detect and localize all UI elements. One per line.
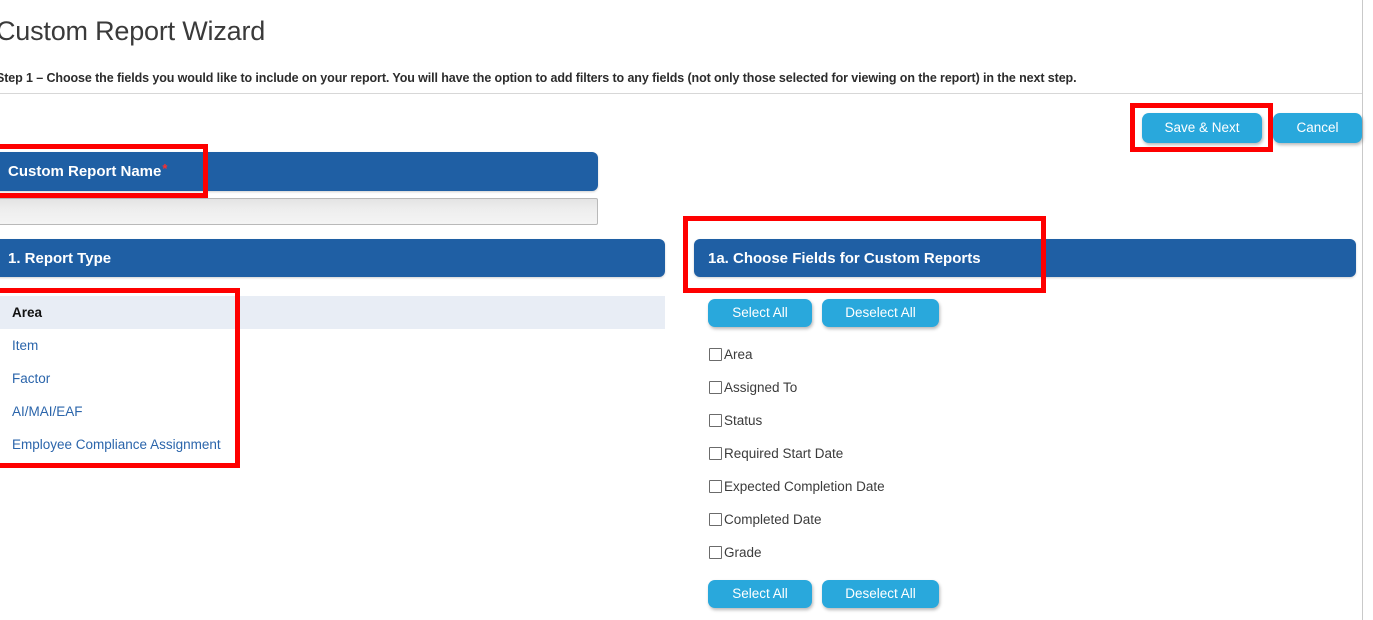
report-type-link[interactable]: Employee Compliance Assignment [0, 428, 665, 461]
field-checkbox-label: Grade [724, 545, 762, 560]
field-checkbox-label: Expected Completion Date [724, 479, 885, 494]
custom-report-name-header: Custom Report Name * [0, 152, 598, 191]
field-checkbox-row[interactable]: Area [709, 338, 885, 371]
choose-fields-label: 1a. Choose Fields for Custom Reports [708, 249, 981, 267]
page-title: Custom Report Wizard [0, 16, 266, 46]
deselect-all-button-bottom[interactable]: Deselect All [822, 580, 939, 608]
report-type-link[interactable]: Factor [0, 362, 665, 395]
field-checkbox-row[interactable]: Status [709, 404, 885, 437]
step-instruction-text: Step 1 – Choose the fields you would lik… [0, 71, 1077, 85]
deselect-all-button-top[interactable]: Deselect All [822, 299, 939, 327]
checkbox-icon[interactable] [709, 480, 722, 493]
checkbox-icon[interactable] [709, 348, 722, 361]
checkbox-icon[interactable] [709, 447, 722, 460]
required-asterisk-icon: * [162, 161, 168, 176]
checkbox-icon[interactable] [709, 381, 722, 394]
custom-report-wizard-page: Custom Report Wizard Step 1 – Choose the… [0, 0, 1373, 620]
field-checkbox-row[interactable]: Required Start Date [709, 437, 885, 470]
choose-fields-header: 1a. Choose Fields for Custom Reports [694, 239, 1356, 277]
field-checkbox-label: Status [724, 413, 763, 428]
field-checkbox-label: Required Start Date [724, 446, 844, 461]
checkbox-icon[interactable] [709, 513, 722, 526]
field-checkbox-row[interactable]: Assigned To [709, 371, 885, 404]
field-checkbox-row[interactable]: Grade [709, 536, 885, 569]
report-type-link[interactable]: AI/MAI/EAF [0, 395, 665, 428]
field-checkbox-label: Area [724, 347, 753, 362]
report-type-header: 1. Report Type [0, 239, 665, 277]
save-and-next-button[interactable]: Save & Next [1142, 113, 1262, 143]
report-type-row-selected: Area [0, 296, 665, 329]
header-divider [0, 93, 1362, 94]
cancel-button[interactable]: Cancel [1273, 113, 1362, 143]
custom-report-name-label: Custom Report Name [8, 163, 162, 180]
select-all-button-bottom[interactable]: Select All [708, 580, 812, 608]
custom-report-name-input[interactable] [0, 198, 598, 225]
report-type-list: Area Item Factor AI/MAI/EAF Employee Complia… [0, 296, 665, 461]
select-all-button-top[interactable]: Select All [708, 299, 812, 327]
page-right-border [1362, 0, 1363, 620]
checkbox-icon[interactable] [709, 546, 722, 559]
report-type-label: 1. Report Type [8, 249, 112, 267]
field-checkbox-label: Assigned To [724, 380, 798, 395]
field-checkbox-row[interactable]: Expected Completion Date [709, 470, 885, 503]
choose-fields-checkbox-list: Area Assigned To Status Required Start Date… [709, 338, 885, 569]
field-checkbox-row[interactable]: Completed Date [709, 503, 885, 536]
report-type-link[interactable]: Item [0, 329, 665, 362]
checkbox-icon[interactable] [709, 414, 722, 427]
field-checkbox-label: Completed Date [724, 512, 822, 527]
